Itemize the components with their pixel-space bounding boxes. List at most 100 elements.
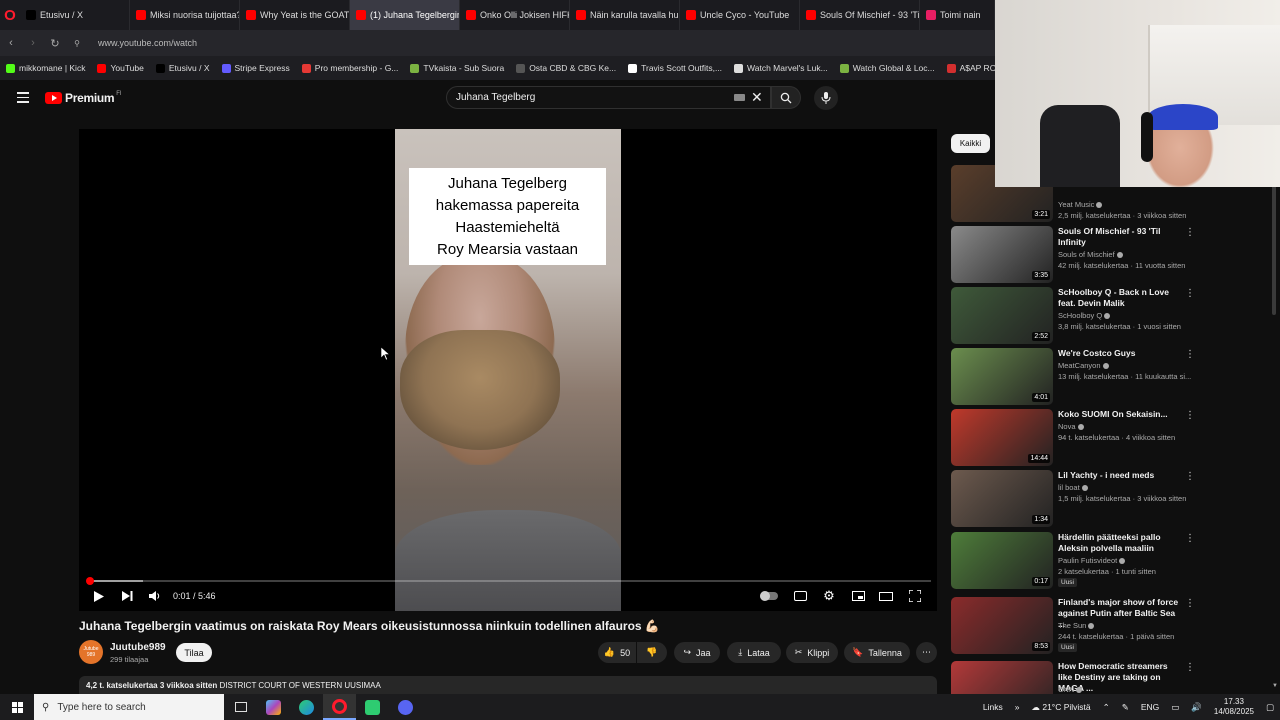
volume-button[interactable] — [148, 589, 162, 603]
like-button[interactable]: 👍 50 — [598, 642, 636, 663]
bookmark-item[interactable]: Travis Scott Outfits,... — [622, 63, 728, 73]
bookmark-item[interactable]: Etusivu / X — [150, 63, 216, 73]
edge-button[interactable] — [290, 694, 323, 720]
recommended-channel[interactable]: Paulin Futisvideot — [1058, 556, 1126, 565]
recommended-title[interactable]: We're Costco Guys — [1058, 348, 1183, 359]
progress-bar[interactable] — [89, 580, 931, 582]
bookmark-item[interactable]: YouTube — [91, 63, 149, 73]
menu-icon[interactable] — [17, 92, 29, 103]
task-view-button[interactable] — [224, 694, 257, 720]
url-field[interactable]: www.youtube.com/watch — [98, 38, 197, 48]
bookmark-item[interactable]: A$AP ROCKY » Plu... — [941, 63, 995, 73]
recommended-channel[interactable]: The Sun — [1058, 621, 1095, 630]
fullscreen-button[interactable] — [908, 589, 922, 603]
recommended-video[interactable]: 2:52 ScHoolboy Q - Back n Love feat. Devi… — [951, 287, 1271, 345]
recommended-video[interactable]: 3:35 Souls Of Mischief - 93 'Til Infinity… — [951, 226, 1271, 284]
subscribe-button[interactable]: Tilaa — [176, 643, 212, 662]
bookmark-item[interactable]: Osta CBD & CBG Ke... — [510, 63, 622, 73]
miniplayer-button[interactable] — [851, 589, 865, 603]
video-thumbnail[interactable]: 1:34 — [951, 470, 1053, 527]
save-button[interactable]: 🔖 Tallenna — [844, 642, 910, 663]
youtube-logo[interactable]: Premium FI — [45, 91, 122, 105]
download-button[interactable]: ⤓ Lataa — [727, 642, 781, 663]
recommended-video[interactable]: 1:34 Lil Yachty - i need meds lil boat 1,5 … — [951, 470, 1271, 528]
scrubber-handle[interactable] — [86, 577, 94, 585]
video-thumbnail[interactable]: 4:01 — [951, 348, 1053, 405]
search-button[interactable] — [771, 86, 801, 109]
recommended-video[interactable]: 4:01 We're Costco Guys MeatCanyon 13 milj. … — [951, 348, 1271, 406]
more-vertical-icon[interactable]: ⋮ — [1185, 598, 1195, 609]
recommended-channel[interactable]: Yeat Music — [1058, 200, 1103, 209]
recommended-video[interactable]: 14:44 Koko SUOMI On Sekaisin... Nova 94 t. … — [951, 409, 1271, 467]
recommended-title[interactable]: Koko SUOMI On Sekaisin... — [1058, 409, 1183, 420]
more-actions-button[interactable]: ⋯ — [916, 642, 937, 663]
recommended-channel[interactable]: CNN — [1058, 685, 1083, 694]
clock[interactable]: 17.33 14/08/2025 — [1208, 697, 1260, 717]
links-toolbar[interactable]: Links — [977, 702, 1009, 712]
filter-chip-all[interactable]: Kaikki — [951, 134, 990, 153]
back-icon[interactable]: ‹ — [0, 37, 22, 49]
recommended-channel[interactable]: MeatCanyon — [1058, 361, 1109, 370]
video-thumbnail[interactable]: 8:53 — [951, 597, 1053, 654]
dislike-button[interactable]: 👎 — [637, 642, 667, 663]
volume-tray-icon[interactable]: 🔊 — [1185, 702, 1208, 713]
browser-tab[interactable]: Näin karulla tavalla huum — [570, 0, 680, 30]
recommended-title[interactable]: Souls Of Mischief - 93 'Til Infinity — [1058, 226, 1183, 248]
settings-button[interactable]: ⚙ — [822, 588, 836, 603]
recommended-title[interactable]: ScHoolboy Q - Back n Love feat. Devin Ma… — [1058, 287, 1183, 309]
scroll-down-icon[interactable]: ▼ — [1272, 683, 1278, 689]
bookmark-item[interactable]: Watch Global & Loc... — [834, 63, 941, 73]
browser-tab[interactable]: (1) Juhana Tegelbergin va — [350, 0, 460, 30]
more-vertical-icon[interactable]: ⋮ — [1185, 227, 1195, 238]
discord-button[interactable] — [389, 694, 422, 720]
bookmark-item[interactable]: Stripe Express — [216, 63, 296, 73]
site-info-icon[interactable]: ⚲ — [66, 39, 88, 48]
autoplay-toggle[interactable] — [759, 589, 779, 603]
video-thumbnail[interactable]: 0:17 — [951, 532, 1053, 589]
copilot-button[interactable] — [257, 694, 290, 720]
play-button[interactable] — [92, 589, 106, 603]
opera-button[interactable] — [323, 694, 356, 720]
reload-icon[interactable]: ↻ — [44, 37, 66, 50]
more-vertical-icon[interactable]: ⋮ — [1185, 288, 1195, 299]
weather-widget[interactable]: ☁ 21°C Pilvistä — [1025, 702, 1096, 713]
show-hidden-icons[interactable]: ⌃ — [1097, 702, 1116, 713]
chevron-right-icon[interactable]: » — [1009, 702, 1026, 712]
keyboard-icon[interactable] — [734, 94, 745, 101]
channel-avatar[interactable]: Jutube 989 — [79, 640, 103, 664]
bookmark-item[interactable]: mikkomane | Kick — [0, 63, 91, 73]
recommended-title[interactable]: Härdellin päätteeksi pallo Aleksin polve… — [1058, 532, 1183, 554]
recommended-video[interactable]: 0:17 Härdellin päätteeksi pallo Aleksin p… — [951, 532, 1271, 590]
recommended-channel[interactable]: Souls of Mischief — [1058, 250, 1123, 259]
channel-name[interactable]: Juutube989 — [110, 642, 166, 653]
network-icon[interactable]: ▭ — [1165, 702, 1185, 713]
bookmark-item[interactable]: TVkaista - Sub Suora — [404, 63, 510, 73]
next-button[interactable] — [120, 589, 134, 603]
share-button[interactable]: ↪ Jaa — [674, 642, 720, 663]
recommended-channel[interactable]: ScHoolboy Q — [1058, 311, 1111, 320]
bookmark-item[interactable]: Watch Marvel's Luk... — [728, 63, 834, 73]
clear-search-icon[interactable]: ✕ — [751, 89, 763, 106]
clip-button[interactable]: ✂ Klippi — [786, 642, 838, 663]
description-box[interactable]: 4,2 t. katselukertaa 3 viikkoa sitten DI… — [79, 676, 937, 694]
browser-tab[interactable]: Souls Of Mischief - 93 'Til — [800, 0, 920, 30]
start-button[interactable] — [0, 694, 34, 720]
opera-logo-icon[interactable]: O — [0, 0, 20, 30]
browser-tab[interactable]: Etusivu / X — [20, 0, 130, 30]
subtitles-button[interactable] — [793, 589, 807, 603]
browser-tab[interactable]: Uncle Cyco - YouTube — [680, 0, 800, 30]
recommended-title[interactable]: Lil Yachty - i need meds — [1058, 470, 1183, 481]
more-vertical-icon[interactable]: ⋮ — [1185, 471, 1195, 482]
recommended-video[interactable]: 8:53 Finland's major show of force agains… — [951, 597, 1271, 655]
more-vertical-icon[interactable]: ⋮ — [1185, 662, 1195, 673]
notifications-icon[interactable]: ▢ — [1260, 702, 1280, 713]
recommended-channel[interactable]: lil boat — [1058, 483, 1088, 492]
language-indicator[interactable]: ENG — [1135, 702, 1165, 712]
search-input[interactable]: Juhana Tegelberg — [446, 86, 771, 109]
video-thumbnail[interactable]: 14:44 — [951, 409, 1053, 466]
more-vertical-icon[interactable]: ⋮ — [1185, 349, 1195, 360]
taskbar-search-input[interactable]: ⚲ Type here to search — [34, 694, 224, 720]
pen-icon[interactable]: ✎ — [1116, 702, 1135, 713]
more-vertical-icon[interactable]: ⋮ — [1185, 533, 1195, 544]
app-button[interactable] — [356, 694, 389, 720]
